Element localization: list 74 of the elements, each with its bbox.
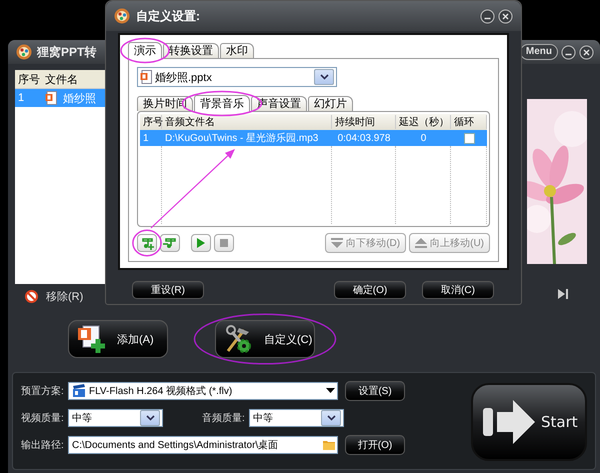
cancel-button[interactable]: 取消(C) [422,281,494,299]
remove-music-button[interactable] [160,234,180,252]
clapperboard-icon [72,384,86,398]
minimize-icon [480,8,495,24]
table-cell-text: 1 [17,92,26,104]
minimize-icon [561,44,576,60]
open-button[interactable]: 打开(O) [345,435,405,455]
tools-gear-icon [224,324,254,354]
column-header: 音频文件名 [162,115,332,129]
column-header: 序号 [140,115,162,129]
dropdown-button[interactable] [314,69,334,85]
field-label: 音频质量: [202,412,246,425]
dialog-title: 自定义设置: [136,8,200,24]
column-header: 序号 [17,72,41,86]
dropdown-button[interactable] [140,410,160,426]
column-header: 延迟（秒） [396,115,451,129]
tab[interactable]: 演示 [128,42,162,59]
field-label: 预置方案: [21,384,65,398]
caret-icon [326,388,335,394]
settings-button[interactable]: 设置(S) [345,381,405,401]
window-title: 狸窝PPT转 [37,44,96,60]
column-header: 文件名 [44,72,78,86]
caret-icon [146,415,154,421]
arrow-down-icon [331,238,344,248]
tab[interactable]: 幻灯片 [308,96,353,111]
column-header: 持续时间 [332,115,396,129]
table-cell-text: 1 [142,132,150,144]
annotation-ellipse [120,38,170,64]
field-label: 视频质量: [21,412,65,425]
play-icon [197,238,205,248]
logo-icon [114,8,130,24]
column-header: 循环 [451,115,487,129]
logo-icon [16,44,32,60]
table-cell-text: 0:04:03.978 [336,132,392,144]
stop-button[interactable] [214,234,234,252]
checkbox[interactable] [464,132,474,144]
reset-button[interactable]: 重设(R) [132,281,204,299]
ok-button[interactable]: 确定(O) [334,281,406,299]
document-add-icon [77,324,107,354]
tab[interactable]: 背景音乐 [194,95,250,112]
customize-button[interactable]: 自定义(C) [215,320,315,358]
file-dropdown[interactable]: 婚纱照.pptx [137,67,337,87]
folder-icon [323,440,335,450]
start-button[interactable]: Start [471,383,587,461]
audio-quality-dropdown[interactable]: 中等 [249,409,344,427]
arrow-icon [481,398,537,446]
document-icon [45,91,57,105]
table-cell-text: 0 [420,132,428,144]
tab[interactable]: 水印 [220,43,254,58]
output-path-field[interactable]: C:\Documents and Settings\Administrator\桌面 [68,436,338,454]
play-button[interactable] [191,234,211,252]
stop-icon [220,239,228,247]
tab[interactable]: 转换设置 [163,43,219,58]
close-icon [498,8,513,24]
menu-button[interactable]: Menu [520,44,558,60]
dropdown-button[interactable] [321,410,341,426]
music-note-add-icon [140,236,154,250]
document-icon [140,70,152,84]
preset-dropdown[interactable]: FLV-Flash H.264 视频格式 (*.flv) [68,382,338,400]
music-note-remove-icon [163,236,177,250]
caret-icon [320,74,328,80]
field-label: 输出路径: [21,438,65,452]
arrow-up-icon [415,238,428,248]
no-entry-icon [25,290,38,302]
table-cell-text: D:\KuGou\Twins - 星光游乐园.mp3 [164,132,320,145]
add-button[interactable]: 添加(A) [68,320,168,358]
annotation-ellipse [132,230,162,256]
add-music-button[interactable] [137,234,157,252]
skip-next-icon [557,288,569,300]
remove-link[interactable]: 移除(R) [46,288,84,304]
video-quality-dropdown[interactable]: 中等 [68,409,163,427]
file-name: 婚纱照 [62,92,96,106]
close-icon [579,44,594,60]
caret-icon [326,415,336,421]
